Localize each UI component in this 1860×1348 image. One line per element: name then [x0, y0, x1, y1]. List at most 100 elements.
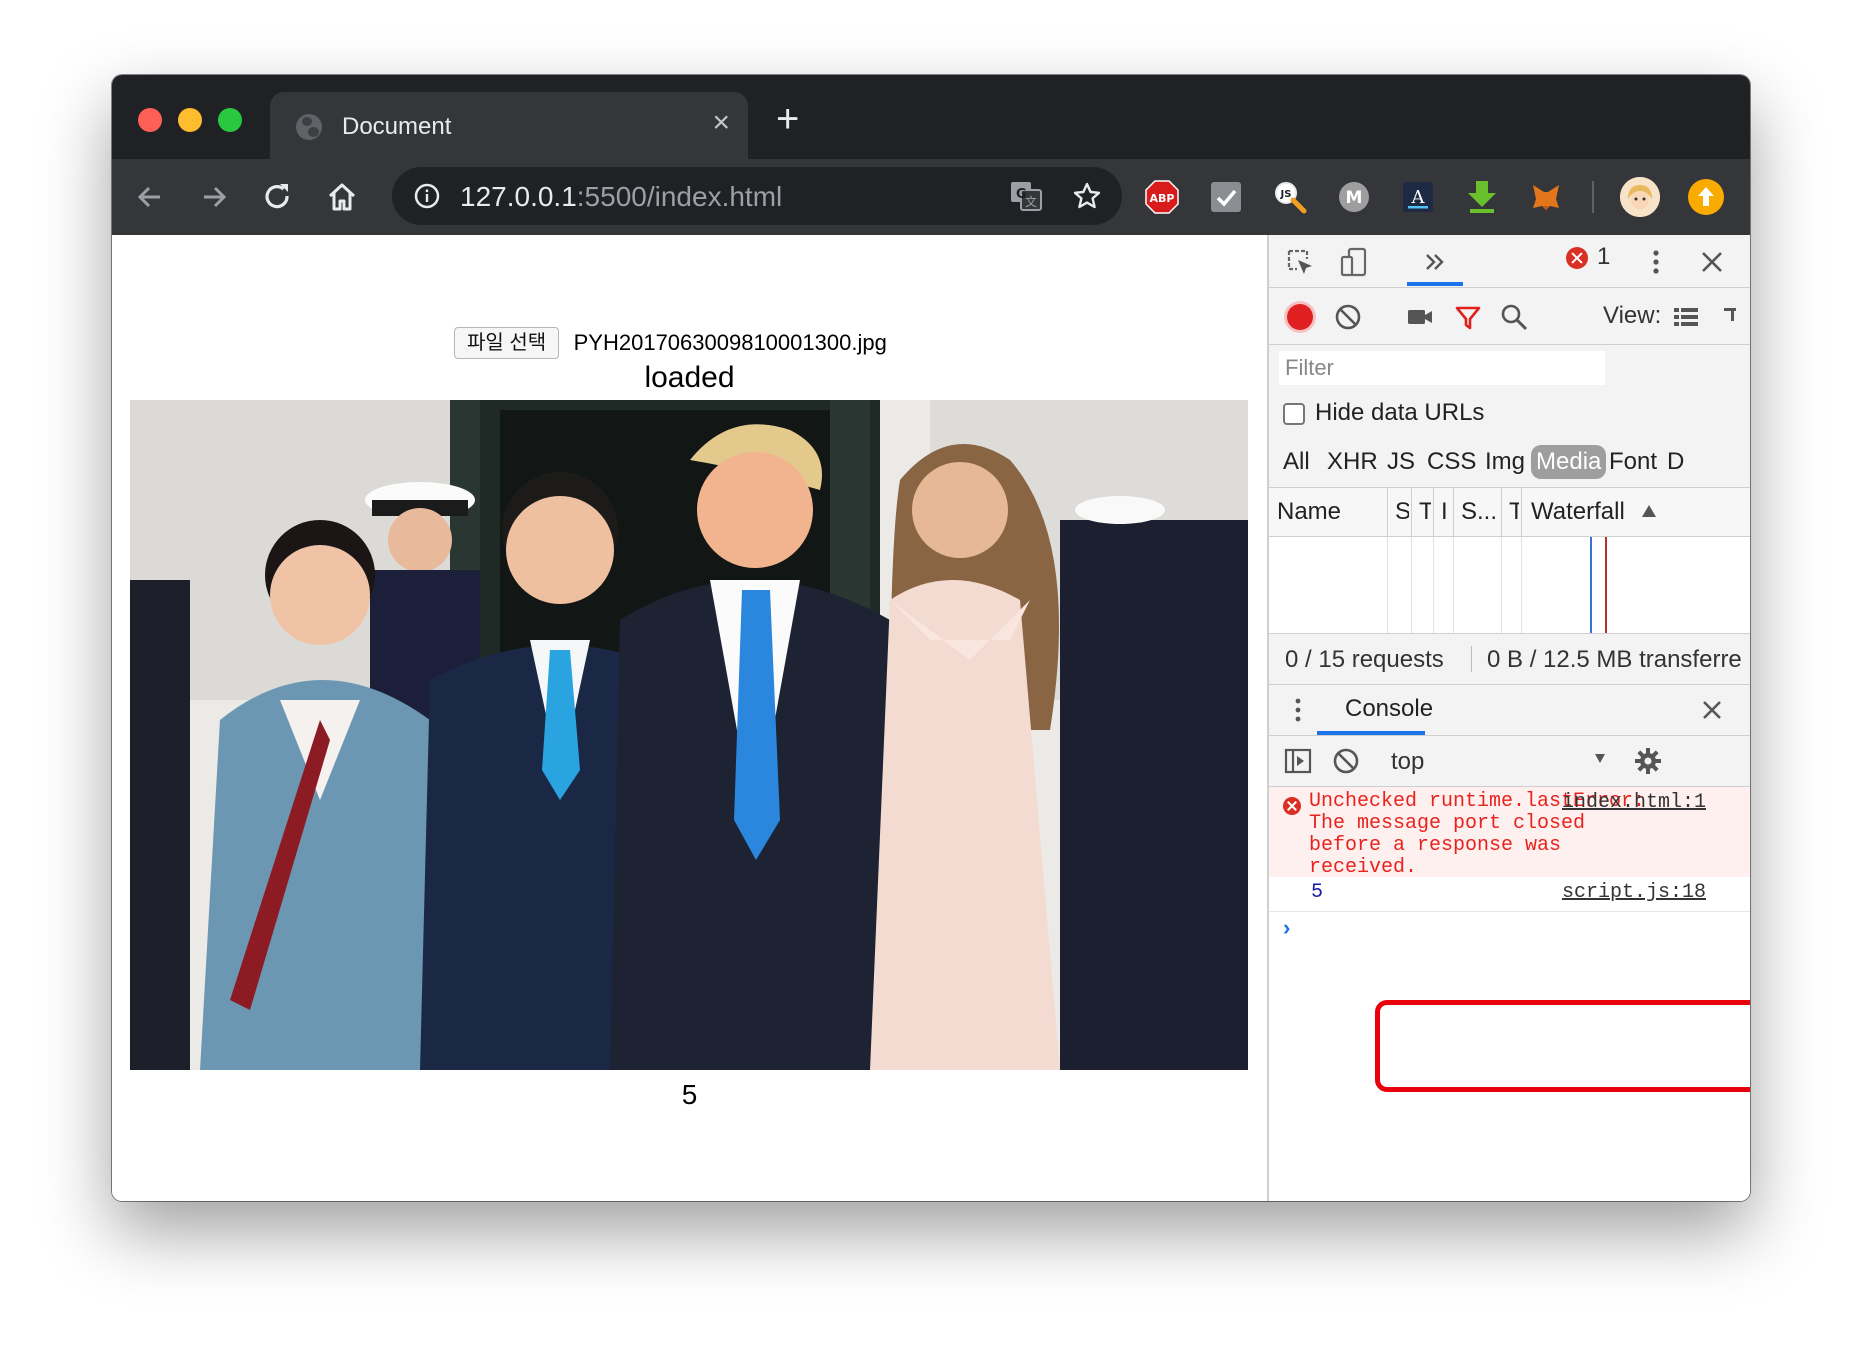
error-badge-icon[interactable] — [1566, 247, 1588, 269]
type-filter-img[interactable]: Img — [1485, 445, 1525, 479]
type-filter-js[interactable]: JS — [1387, 445, 1415, 479]
close-drawer-icon[interactable] — [1697, 695, 1727, 725]
screenshot-camera-icon[interactable] — [1405, 302, 1435, 332]
drawer-tab-bar: Console — [1269, 685, 1750, 736]
column-divider[interactable] — [1433, 488, 1434, 536]
back-icon[interactable] — [132, 179, 168, 215]
sidebar-toggle-icon[interactable] — [1283, 746, 1313, 776]
kebab-menu-icon[interactable] — [1641, 247, 1671, 277]
svg-text:文: 文 — [1025, 194, 1037, 209]
group-view-icon[interactable] — [1721, 302, 1750, 332]
adblock-plus-icon[interactable]: ABP — [1144, 179, 1180, 215]
column-name[interactable]: Name — [1277, 498, 1341, 526]
column-size[interactable]: S... — [1461, 498, 1497, 526]
type-filter-media[interactable]: Media — [1531, 445, 1607, 479]
list-view-icon[interactable] — [1671, 302, 1701, 332]
context-selector[interactable]: top — [1391, 748, 1424, 776]
column-divider[interactable] — [1411, 488, 1412, 536]
record-icon[interactable] — [1287, 304, 1313, 330]
close-devtools-icon[interactable] — [1697, 247, 1727, 277]
tab-document[interactable]: Document × — [270, 92, 748, 159]
column-initiator[interactable]: I — [1441, 498, 1451, 526]
address-bar[interactable]: 127.0.0.1:5500/index.html G 文 — [392, 167, 1122, 225]
clear-console-icon[interactable] — [1331, 746, 1361, 776]
transferred-size: 0 B / 12.5 MB transferre — [1487, 646, 1742, 673]
drawer-menu-icon[interactable] — [1283, 695, 1313, 725]
annotation-highlight-box — [1375, 1000, 1750, 1092]
log-value: 5 — [1311, 881, 1324, 904]
browser-window: Document × + 127.0.0.1:5500/index.html G… — [112, 75, 1750, 1201]
globe-icon — [296, 114, 322, 140]
active-tab-indicator — [1317, 731, 1425, 735]
network-request-list — [1269, 537, 1750, 634]
column-divider[interactable] — [1501, 488, 1502, 536]
update-available-icon[interactable] — [1688, 179, 1724, 215]
column-status[interactable]: S — [1395, 498, 1409, 526]
minimize-window-button[interactable] — [178, 108, 202, 132]
chevron-down-icon[interactable] — [1595, 754, 1605, 763]
more-tabs-chevron-icon[interactable] — [1419, 247, 1449, 277]
type-filter-doc[interactable]: D — [1667, 445, 1684, 479]
type-filter-xhr[interactable]: XHR — [1327, 445, 1378, 479]
profile-avatar[interactable] — [1620, 177, 1660, 217]
photo-illustration — [130, 400, 1248, 1070]
bookmark-star-icon[interactable] — [1072, 181, 1102, 211]
maximize-window-button[interactable] — [218, 108, 242, 132]
filter-input[interactable]: Filter — [1279, 351, 1605, 385]
avatar-icon — [1620, 177, 1660, 217]
hide-data-urls-checkbox[interactable] — [1283, 403, 1305, 425]
column-time[interactable]: T — [1509, 498, 1519, 526]
forward-icon[interactable] — [196, 179, 232, 215]
close-window-button[interactable] — [138, 108, 162, 132]
url-path: :5500/index.html — [576, 181, 783, 212]
inspect-element-icon[interactable] — [1285, 247, 1315, 277]
choose-file-button[interactable]: 파일 선택 — [454, 327, 560, 359]
column-waterfall[interactable]: Waterfall — [1531, 498, 1625, 526]
filter-funnel-icon[interactable] — [1453, 302, 1483, 332]
column-type[interactable]: T — [1419, 498, 1431, 526]
new-tab-button[interactable]: + — [776, 99, 799, 139]
console-settings-gear-icon[interactable] — [1633, 746, 1663, 776]
error-count[interactable]: 1 — [1597, 243, 1610, 271]
info-icon[interactable] — [414, 183, 440, 209]
column-divider[interactable] — [1521, 488, 1522, 536]
metamask-fox-icon[interactable] — [1528, 179, 1564, 215]
m-extension-icon[interactable]: M — [1336, 179, 1372, 215]
column-divider — [1411, 537, 1412, 633]
console-error-message: Unchecked runtime.lastError: The message… — [1269, 787, 1750, 878]
page-content: 파일 선택 PYH2017063009810001300.jpg loaded — [112, 235, 1267, 1201]
filter-row: Filter — [1269, 345, 1750, 393]
font-extension-icon[interactable]: A — [1400, 179, 1436, 215]
tab-console[interactable]: Console — [1345, 695, 1433, 723]
search-icon[interactable] — [1499, 302, 1529, 332]
console-log-message: 5 script.js:18 — [1269, 877, 1750, 912]
log-source-link[interactable]: script.js:18 — [1562, 881, 1706, 904]
type-filter-css[interactable]: CSS — [1427, 445, 1476, 479]
svg-text:JS: JS — [1280, 189, 1292, 200]
download-extension-icon[interactable] — [1464, 179, 1500, 215]
sort-ascending-icon[interactable] — [1641, 504, 1657, 518]
home-icon[interactable] — [324, 179, 360, 215]
js-search-extension-icon[interactable]: JS — [1272, 179, 1308, 215]
resource-type-filters: All XHR JS CSS Img Media Font D — [1269, 437, 1750, 488]
devtools-main-toolbar: 1 — [1269, 235, 1750, 288]
device-toolbar-icon[interactable] — [1339, 247, 1369, 277]
error-source-link[interactable]: index.html:1 — [1562, 791, 1706, 814]
close-tab-icon[interactable]: × — [712, 108, 730, 138]
active-tab-indicator — [1407, 282, 1463, 286]
type-filter-font[interactable]: Font — [1609, 445, 1657, 479]
status-text: loaded — [644, 361, 735, 394]
dom-content-loaded-marker — [1590, 537, 1592, 633]
column-divider[interactable] — [1387, 488, 1388, 536]
reload-icon[interactable] — [260, 179, 296, 215]
console-prompt[interactable]: › — [1283, 915, 1290, 941]
url-text[interactable]: 127.0.0.1:5500/index.html — [460, 181, 782, 213]
checklist-extension-icon[interactable] — [1208, 179, 1244, 215]
column-divider[interactable] — [1453, 488, 1454, 536]
hide-data-urls-label: Hide data URLs — [1315, 399, 1485, 426]
url-host: 127.0.0.1 — [460, 181, 577, 212]
translate-icon[interactable]: G 文 — [1010, 181, 1042, 211]
browser-toolbar: 127.0.0.1:5500/index.html G 文 ABP JS M A — [112, 159, 1750, 235]
type-filter-all[interactable]: All — [1283, 445, 1310, 479]
clear-icon[interactable] — [1333, 302, 1363, 332]
